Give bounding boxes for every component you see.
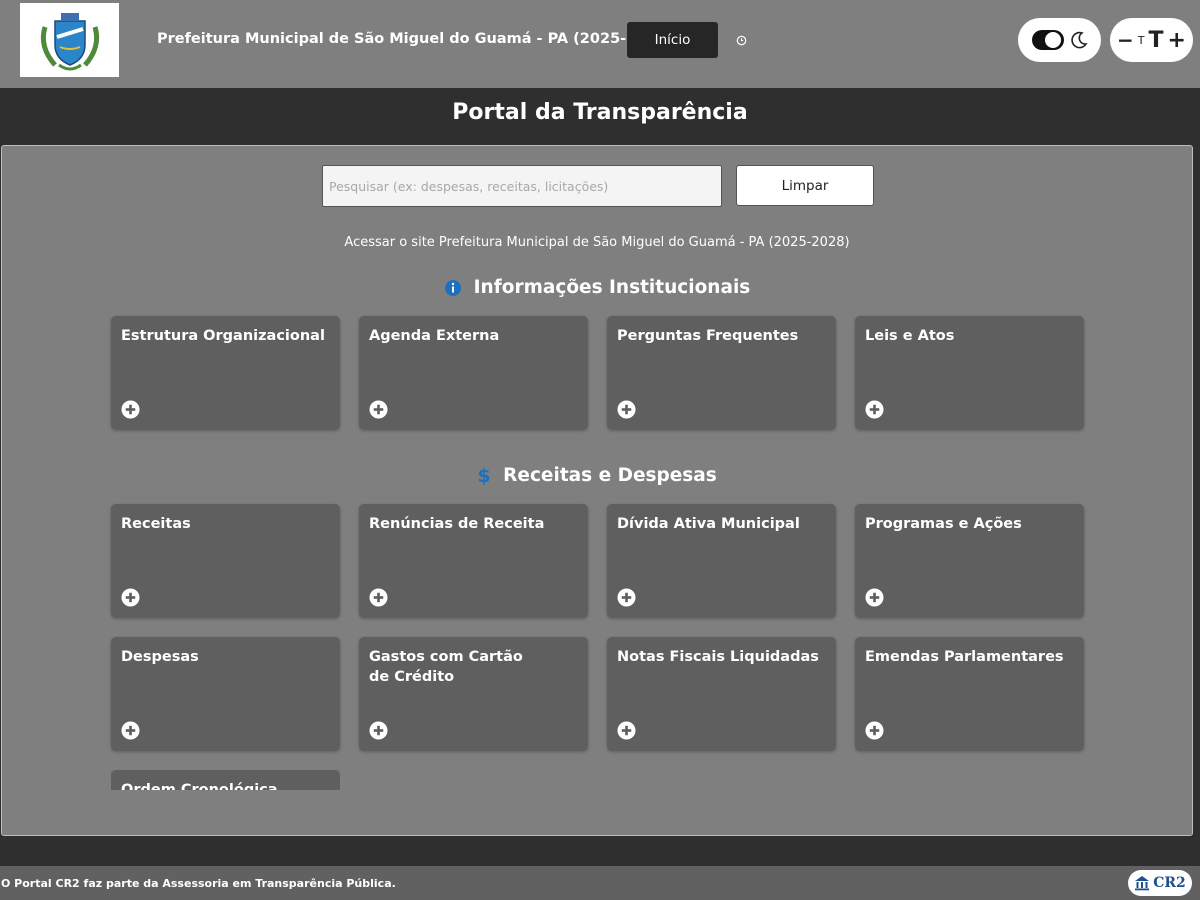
- card-gastos-cartao-credito[interactable]: Gastos com Cartão de Crédito: [359, 637, 588, 751]
- card-emendas-parlamentares[interactable]: Emendas Parlamentares: [855, 637, 1084, 751]
- clock-icon[interactable]: [736, 35, 747, 46]
- access-site-link[interactable]: Acessar o site Prefeitura Municipal de S…: [2, 235, 1192, 250]
- clip-wrapper: Ordem Cronológica: [111, 770, 340, 790]
- font-small-icon: T: [1137, 33, 1145, 47]
- font-large-icon: T: [1148, 27, 1164, 53]
- card-title: Leis e Atos: [865, 328, 955, 344]
- svg-text:$: $: [478, 466, 491, 486]
- plus-circle-icon: [865, 400, 884, 419]
- plus-circle-icon: [121, 400, 140, 419]
- plus-circle-icon: [865, 588, 884, 607]
- plus-circle-icon: [617, 721, 636, 740]
- card-title: Ordem Cronológica: [121, 782, 278, 790]
- card-receitas[interactable]: Receitas: [111, 504, 340, 618]
- plus-circle-icon: [865, 721, 884, 740]
- plus-circle-icon: [121, 721, 140, 740]
- card-title: Despesas: [121, 649, 199, 665]
- home-button[interactable]: Início: [627, 22, 718, 58]
- info-icon: [444, 279, 461, 296]
- card-title: Gastos com Cartão de Crédito: [369, 649, 523, 685]
- card-title: Receitas: [121, 516, 191, 532]
- card-title: Programas e Ações: [865, 516, 1022, 532]
- section-heading-institutional: Informações Institucionais: [2, 277, 1192, 298]
- plus-circle-icon: [617, 400, 636, 419]
- card-programas-e-acoes[interactable]: Programas e Ações: [855, 504, 1084, 618]
- card-renuncias-de-receita[interactable]: Renúncias de Receita: [359, 504, 588, 618]
- moon-icon: [1070, 31, 1088, 49]
- main-panel: Limpar Acessar o site Prefeitura Municip…: [1, 145, 1193, 836]
- plus-circle-icon: [617, 588, 636, 607]
- toggle-switch-icon: [1031, 30, 1064, 50]
- card-title: Dívida Ativa Municipal: [617, 516, 800, 532]
- card-title: Agenda Externa: [369, 328, 500, 344]
- card-estrutura-organizacional[interactable]: Estrutura Organizacional: [111, 316, 340, 430]
- municipal-logo[interactable]: [20, 3, 119, 77]
- card-despesas[interactable]: Despesas: [111, 637, 340, 751]
- plus-circle-icon: [369, 400, 388, 419]
- font-size-controls: − T T +: [1110, 18, 1193, 62]
- footer: O Portal CR2 faz parte da Assessoria em …: [0, 866, 1200, 900]
- clear-button[interactable]: Limpar: [736, 165, 874, 206]
- coat-of-arms-icon: [40, 13, 99, 71]
- card-title: Emendas Parlamentares: [865, 649, 1064, 665]
- card-divida-ativa-municipal[interactable]: Dívida Ativa Municipal: [607, 504, 836, 618]
- page-title: Portal da Transparência: [452, 100, 748, 125]
- font-increase-button[interactable]: +: [1168, 28, 1186, 53]
- font-decrease-button[interactable]: −: [1117, 28, 1134, 52]
- section-title: Informações Institucionais: [473, 277, 751, 298]
- card-title: Renúncias de Receita: [369, 516, 545, 532]
- card-agenda-externa[interactable]: Agenda Externa: [359, 316, 588, 430]
- footer-text: O Portal CR2 faz parte da Assessoria em …: [1, 877, 396, 890]
- card-title: Perguntas Frequentes: [617, 328, 799, 344]
- search-input[interactable]: [322, 165, 722, 207]
- institution-icon: [1135, 876, 1150, 891]
- header: Prefeitura Municipal de São Miguel do Gu…: [0, 0, 1200, 88]
- card-leis-e-atos[interactable]: Leis e Atos: [855, 316, 1084, 430]
- contrast-toggle[interactable]: [1018, 18, 1101, 62]
- section-heading-revenue-expenses: $ Receitas e Despesas: [2, 465, 1192, 486]
- section-title: Receitas e Despesas: [503, 465, 717, 486]
- cr2-logo-text: CR2: [1153, 875, 1186, 891]
- site-title: Prefeitura Municipal de São Miguel do Gu…: [157, 31, 674, 47]
- card-notas-fiscais-liquidadas[interactable]: Notas Fiscais Liquidadas: [607, 637, 836, 751]
- plus-circle-icon: [369, 588, 388, 607]
- card-ordem-cronologica[interactable]: Ordem Cronológica: [111, 770, 340, 790]
- plus-circle-icon: [121, 588, 140, 607]
- card-title: Estrutura Organizacional: [121, 328, 325, 344]
- card-title: Notas Fiscais Liquidadas: [617, 649, 819, 665]
- card-perguntas-frequentes[interactable]: Perguntas Frequentes: [607, 316, 836, 430]
- dollar-icon: $: [478, 466, 491, 486]
- plus-circle-icon: [369, 721, 388, 740]
- cr2-logo[interactable]: CR2: [1128, 870, 1192, 896]
